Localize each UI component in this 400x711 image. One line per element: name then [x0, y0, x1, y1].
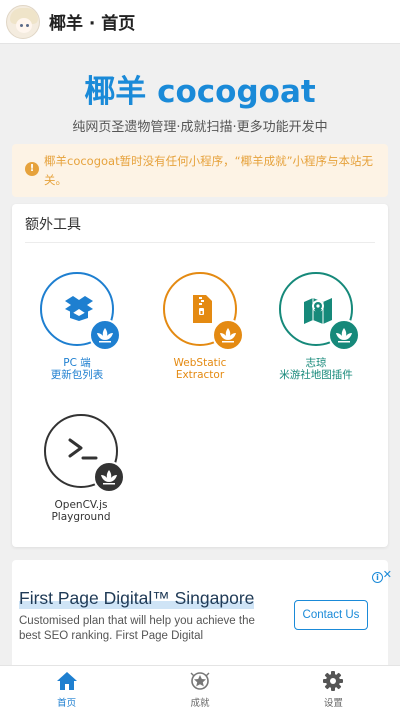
main-content[interactable]: 椰羊 cocogoat 纯网页圣遗物管理·成就扫描·更多功能开发中 ! 椰羊co…	[0, 44, 400, 665]
achievement-icon	[190, 672, 210, 690]
ad-body: Customised plan that will help you achie…	[19, 615, 255, 642]
tool-label: OpenCV.js Playground	[51, 499, 111, 523]
tab-label: 设置	[323, 698, 343, 709]
tool-label: 志琼 米游社地图插件	[279, 357, 353, 381]
zip-file-icon	[193, 295, 212, 323]
tool-webstatic-extractor[interactable]: WebStatic Extractor	[142, 272, 258, 402]
lotus-badge-icon	[89, 319, 121, 351]
package-icon	[65, 296, 93, 321]
home-icon	[56, 672, 77, 690]
tab-label: 首页	[57, 698, 77, 709]
tab-settings[interactable]: 设置	[267, 666, 400, 711]
ad-info-icon[interactable]: i	[372, 572, 383, 583]
lotus-badge-icon	[328, 319, 360, 351]
ad-title[interactable]: First Page Digital™ Singapore	[19, 588, 255, 609]
terminal-icon	[68, 438, 98, 460]
notice-text: 椰羊cocogoat暂时没有任何小程序，“椰羊成就”小程序与本站无关。	[44, 154, 374, 187]
bottom-tab-bar: 首页 成就 设置	[0, 665, 400, 711]
tool-map-plugin[interactable]: 志琼 米游社地图插件	[258, 272, 374, 402]
tool-opencv-playground[interactable]: OpenCV.js Playground	[23, 414, 139, 544]
tools-card-title: 额外工具	[25, 217, 81, 233]
hero-subtitle: 纯网页圣遗物管理·成就扫描·更多功能开发中	[72, 120, 328, 135]
tab-label: 成就	[190, 698, 210, 709]
divider	[25, 242, 375, 243]
ad-close-icon[interactable]: ✕	[383, 568, 392, 581]
ad-banner[interactable]: i ✕ First Page Digital™ Singapore Custom…	[12, 560, 392, 665]
ad-contact-button[interactable]: Contact Us	[294, 600, 368, 630]
tool-label: PC 端 更新包列表	[50, 357, 104, 381]
gear-icon	[323, 671, 344, 691]
tab-home[interactable]: 首页	[0, 666, 133, 711]
top-header: 椰羊 · 首页	[0, 0, 400, 44]
lotus-badge-icon	[212, 319, 244, 351]
tools-card: 额外工具 PC 端 更新包列表 WebStatic Extractor 志琼 米…	[12, 204, 388, 547]
tool-pc-updates[interactable]: PC 端 更新包列表	[19, 272, 135, 402]
lotus-badge-icon	[93, 461, 125, 493]
notice-alert: ! 椰羊cocogoat暂时没有任何小程序，“椰羊成就”小程序与本站无关。	[12, 144, 388, 197]
info-icon: !	[25, 162, 39, 176]
avatar[interactable]	[6, 4, 40, 39]
hero-title: 椰羊 cocogoat	[84, 74, 316, 110]
tool-label: WebStatic Extractor	[173, 357, 227, 381]
tab-achievements[interactable]: 成就	[133, 666, 266, 711]
page-title: 椰羊 · 首页	[49, 14, 136, 34]
map-pin-icon	[304, 298, 332, 324]
